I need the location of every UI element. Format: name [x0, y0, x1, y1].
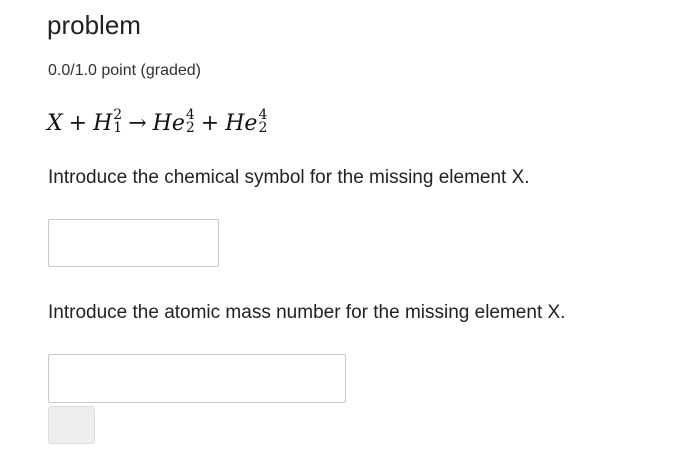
question-chemical-symbol: Introduce the chemical symbol for the mi… — [48, 167, 530, 188]
nuclide-he-1: He 4 2 — [152, 108, 195, 136]
nuclide-h-atomic: 1 — [113, 120, 123, 136]
equation-plus: + — [200, 110, 220, 136]
nuclide-he-2-atomic: 2 — [258, 120, 268, 136]
nuclear-equation: X + H 2 1 → He 4 2 + He 4 2 — [47, 103, 267, 143]
equation-arrow: → — [128, 110, 147, 136]
nuclide-he-1-symbol: He — [152, 110, 185, 136]
submit-button[interactable] — [48, 406, 95, 444]
question-mass-number: Introduce the atomic mass number for the… — [48, 302, 566, 323]
equation-x: X — [47, 110, 63, 136]
nuclide-h-symbol: H — [93, 110, 113, 136]
nuclide-h: H 2 1 — [93, 108, 123, 136]
equation-plus: + — [68, 110, 88, 136]
chemical-symbol-input[interactable] — [48, 219, 219, 267]
nuclide-he-2: He 4 2 — [225, 108, 268, 136]
nuclide-he-2-symbol: He — [225, 110, 258, 136]
mass-number-input[interactable] — [48, 354, 346, 403]
points-label: 0.0/1.0 point (graded) — [48, 62, 201, 79]
problem-title: problem — [47, 10, 141, 40]
nuclide-he-1-atomic: 2 — [185, 120, 195, 136]
